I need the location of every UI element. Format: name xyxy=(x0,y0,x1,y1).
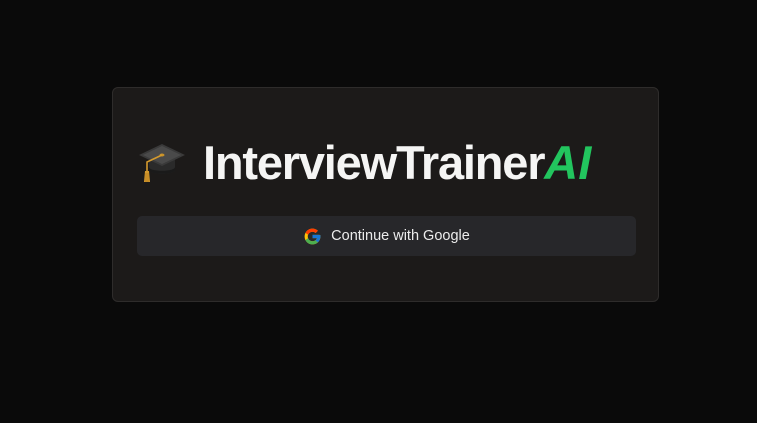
google-g-icon xyxy=(304,228,321,244)
brand-header: InterviewTrainerAI xyxy=(137,134,591,190)
app-title-accent: AI xyxy=(544,135,592,189)
graduation-cap-icon xyxy=(139,144,185,182)
login-card: InterviewTrainerAI Continue with Google xyxy=(112,87,659,302)
continue-with-google-button[interactable]: Continue with Google xyxy=(137,216,636,256)
app-title: InterviewTrainerAI xyxy=(203,139,591,186)
google-button-label: Continue with Google xyxy=(331,228,470,244)
app-title-main: InterviewTrainer xyxy=(203,135,545,189)
